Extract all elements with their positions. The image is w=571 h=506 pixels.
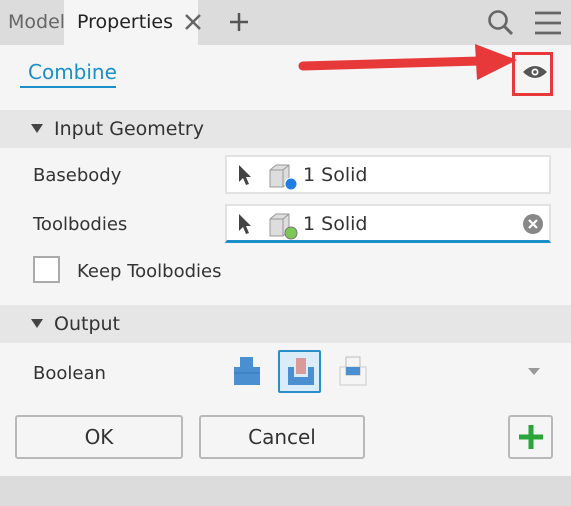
tab-properties[interactable]: Properties bbox=[64, 0, 198, 45]
search-icon[interactable] bbox=[487, 9, 515, 37]
select-cursor-icon bbox=[239, 214, 251, 234]
toolbodies-value: 1 Solid bbox=[303, 213, 368, 235]
eye-icon[interactable] bbox=[522, 63, 548, 81]
solid-body-icon bbox=[269, 213, 298, 240]
plus-icon bbox=[519, 425, 543, 449]
title-underline bbox=[20, 86, 116, 88]
boolean-intersect-icon[interactable] bbox=[338, 355, 368, 387]
tab-properties-label: Properties bbox=[77, 11, 174, 33]
cancel-button[interactable]: Cancel bbox=[199, 415, 365, 459]
boolean-cut-icon bbox=[288, 358, 314, 385]
footer-bar bbox=[0, 476, 571, 506]
page-title: Combine bbox=[28, 60, 117, 84]
dropdown-arrow-icon[interactable] bbox=[528, 368, 540, 376]
clear-selection-icon[interactable] bbox=[522, 213, 544, 235]
toolbodies-field[interactable]: 1 Solid bbox=[225, 204, 551, 243]
basebody-value: 1 Solid bbox=[303, 164, 368, 186]
close-tab-icon[interactable] bbox=[184, 13, 202, 31]
toolbodies-label: Toolbodies bbox=[33, 214, 128, 235]
apply-button[interactable] bbox=[508, 415, 553, 459]
solid-body-icon bbox=[269, 164, 298, 191]
add-tab-icon[interactable] bbox=[229, 12, 249, 32]
collapse-triangle-icon bbox=[31, 124, 43, 133]
boolean-join-icon[interactable] bbox=[232, 355, 262, 387]
keep-toolbodies-checkbox[interactable] bbox=[33, 256, 60, 283]
boolean-label: Boolean bbox=[33, 363, 106, 384]
boolean-cut-button[interactable] bbox=[278, 350, 321, 393]
section-title: Output bbox=[54, 313, 120, 335]
menu-icon[interactable] bbox=[534, 10, 562, 36]
collapse-triangle-icon bbox=[31, 319, 43, 328]
section-title: Input Geometry bbox=[54, 118, 204, 140]
section-output[interactable]: Output bbox=[0, 305, 571, 343]
tab-model[interactable]: Model bbox=[0, 0, 65, 45]
section-input-geometry[interactable]: Input Geometry bbox=[0, 110, 571, 148]
select-cursor-icon bbox=[239, 165, 251, 185]
keep-toolbodies-label: Keep Toolbodies bbox=[77, 261, 222, 282]
basebody-field[interactable]: 1 Solid bbox=[225, 155, 551, 194]
ok-button[interactable]: OK bbox=[15, 415, 183, 459]
basebody-label: Basebody bbox=[33, 165, 122, 186]
annotation-arrow bbox=[298, 44, 517, 80]
